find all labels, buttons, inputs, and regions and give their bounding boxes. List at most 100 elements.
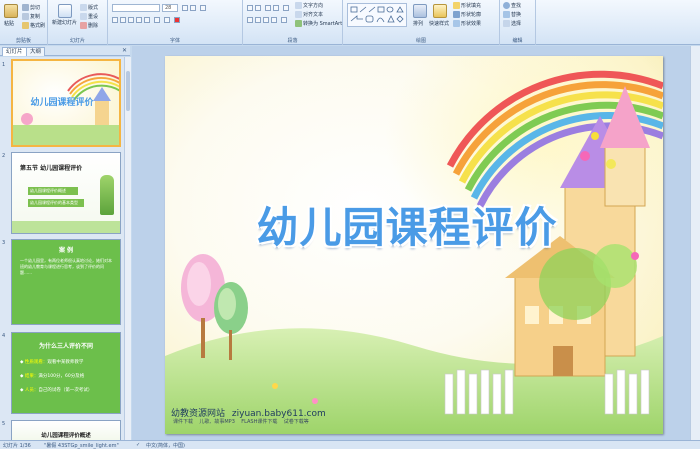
thumb-number: 5: [2, 421, 6, 427]
paragraph-group: 文字方向 对齐文本 转换为 SmartArt 段落: [243, 0, 343, 45]
bullets-button[interactable]: [247, 5, 253, 11]
slide-thumb-2[interactable]: 第五节 幼儿园课程评价 幼儿园课程评价概述 幼儿园课程评价的基本类型: [11, 152, 121, 234]
thumb-number: 2: [2, 153, 6, 159]
new-slide-icon: [58, 4, 72, 18]
shape-effects-button[interactable]: 形状效果: [453, 20, 481, 27]
line-spacing-button[interactable]: [283, 5, 289, 11]
editing-group: 查找 替换 选择 编辑: [500, 0, 536, 45]
slides-group: 新建幻灯片 版式 重设 删除 幻灯片: [48, 0, 108, 45]
replace-icon: [503, 11, 510, 18]
language-indicator[interactable]: 中文(简体，中国): [146, 442, 185, 449]
numbering-button[interactable]: [255, 5, 261, 11]
select-button[interactable]: 选择: [503, 20, 521, 27]
thumb-2-box2: 幼儿园课程评价的基本类型: [28, 199, 84, 207]
columns-button[interactable]: [281, 17, 287, 23]
align-center-button[interactable]: [255, 17, 261, 23]
paste-button[interactable]: 粘贴: [4, 20, 14, 27]
new-slide-button[interactable]: 新建幻灯片: [52, 20, 78, 26]
smartart-button[interactable]: 转换为 SmartArt: [295, 20, 342, 27]
strikethrough-button[interactable]: [136, 17, 142, 23]
slide-thumb-4[interactable]: 为什么三人评价不同 ◆ 性质观看：观看中某教师教学 ◆ 结果：满分100分，60…: [11, 332, 121, 414]
change-case-button[interactable]: [164, 17, 170, 23]
tab-slides[interactable]: 幻灯片: [2, 47, 27, 56]
thumbs-scrollbar[interactable]: [124, 57, 131, 440]
smartart-icon: [295, 20, 302, 27]
align-text-button[interactable]: 对齐文本: [295, 11, 323, 18]
item-key: 结果：: [24, 374, 39, 379]
item-value: 观看中某教师教学: [47, 360, 84, 365]
drawing-group: 排列 快速样式 形状填充 形状轮廓 形状效果 绘图: [343, 0, 500, 45]
slide-counter: 幻灯片 1/36: [3, 443, 31, 449]
theme-name: "暑假 43STGp_smile_light.em": [44, 443, 119, 449]
thumb-number: 1: [2, 62, 6, 68]
slide-thumbnails: 1 幼儿园课程评价 2 第五节 幼儿园课程评价 幼儿园课程评价概述 幼儿园课程评…: [0, 57, 124, 440]
editor-scrollbar[interactable]: [690, 46, 700, 440]
thumb-3-title: 案 例: [58, 247, 74, 254]
align-right-button[interactable]: [263, 17, 269, 23]
italic-button[interactable]: [120, 17, 126, 23]
drawing-group-label: 绘图: [415, 38, 426, 44]
thumb-4-item2: ◆ 结果：满分100分，60分及格: [20, 374, 85, 379]
brush-icon: [22, 22, 29, 29]
shape-fill-button[interactable]: 形状填充: [453, 2, 481, 9]
char-spacing-button[interactable]: [154, 17, 160, 23]
justify-button[interactable]: [271, 17, 277, 23]
layout-button[interactable]: 版式: [80, 4, 98, 11]
slide-canvas[interactable]: 幼儿园课程评价 幼教资源网站 ziyuan.baby611.com 课件下载 儿…: [165, 56, 663, 434]
decrease-indent-button[interactable]: [265, 5, 271, 11]
bold-button[interactable]: [112, 17, 118, 23]
slide-thumb-5[interactable]: 幼儿园课程评价概述: [11, 420, 121, 440]
shadow-button[interactable]: [144, 17, 150, 23]
shapes-gallery-icons: [350, 6, 404, 23]
copy-icon: [22, 13, 29, 20]
thumbs-scroll-thumb[interactable]: [126, 71, 130, 111]
slide-title[interactable]: 幼儿园课程评价: [227, 194, 587, 255]
font-group-label: 字体: [169, 38, 180, 44]
status-bar: 幻灯片 1/36 "暑假 43STGp_smile_light.em" ✓ 中文…: [0, 440, 700, 449]
thumb-number: 3: [2, 240, 6, 246]
clipboard-group: 粘贴 剪切 复制 格式刷 剪贴板: [0, 0, 48, 45]
increase-indent-button[interactable]: [273, 5, 279, 11]
text-direction-button[interactable]: 文字方向: [295, 2, 323, 9]
copy-button[interactable]: 复制: [22, 13, 40, 20]
quick-styles-button[interactable]: 快速样式: [429, 20, 449, 27]
footer-links: 课件下载 儿歌、故事MP3 FLASH课件下载 试卷下载等: [173, 419, 309, 425]
tab-outline[interactable]: 大纲: [26, 47, 46, 56]
thumb-4-title: 为什么三人评价不同: [38, 343, 93, 350]
underline-button[interactable]: [128, 17, 134, 23]
close-pane-icon[interactable]: ✕: [122, 47, 127, 54]
slide-thumb-1[interactable]: 幼儿园课程评价: [11, 59, 121, 147]
thumb-2-green-strip: [12, 221, 120, 233]
editing-group-label: 编辑: [512, 38, 523, 44]
delete-slide-button[interactable]: 删除: [80, 22, 98, 29]
find-button[interactable]: 查找: [503, 2, 521, 9]
reset-icon: [80, 13, 87, 20]
align-left-button[interactable]: [247, 17, 253, 23]
thumb-number: 4: [2, 333, 6, 339]
replace-button[interactable]: 替换: [503, 11, 521, 18]
arrange-button[interactable]: 排列: [413, 20, 423, 27]
layout-icon: [80, 4, 87, 11]
grow-font-button[interactable]: [182, 5, 188, 11]
clipboard-group-label: 剪贴板: [15, 38, 31, 44]
font-color-button[interactable]: [174, 17, 180, 23]
format-painter-button[interactable]: 格式刷: [22, 22, 45, 29]
quick-styles-icon: [433, 4, 447, 18]
item-key: 性质观看：: [24, 360, 48, 365]
reset-button[interactable]: 重设: [80, 13, 98, 20]
slide-thumb-3[interactable]: 案 例 一个幼儿园里，有两位老师很认真地讨论，她们对本班的幼儿教育与课程进行思考…: [11, 239, 121, 325]
shape-outline-button[interactable]: 形状轮廓: [453, 11, 481, 18]
thumb-4-item1: ◆ 性质观看：观看中某教师教学: [20, 360, 84, 365]
cut-button[interactable]: 剪切: [22, 4, 40, 11]
slides-group-label: 幻灯片: [69, 38, 85, 44]
shrink-font-button[interactable]: [190, 5, 196, 11]
shapes-gallery[interactable]: [347, 3, 407, 27]
font-name-combo[interactable]: [112, 4, 160, 12]
thumb-2-tree: [100, 175, 114, 215]
thumb-1-title: 幼儿园课程评价: [30, 98, 94, 108]
clear-format-button[interactable]: [200, 5, 206, 11]
spellcheck-icon[interactable]: ✓: [136, 442, 140, 448]
ribbon: 粘贴 剪切 复制 格式刷 剪贴板 新建幻灯片 版式 重设 删除 幻灯片 28 字…: [0, 0, 700, 45]
font-size-combo[interactable]: 28: [162, 4, 178, 12]
outline-icon: [453, 11, 460, 18]
